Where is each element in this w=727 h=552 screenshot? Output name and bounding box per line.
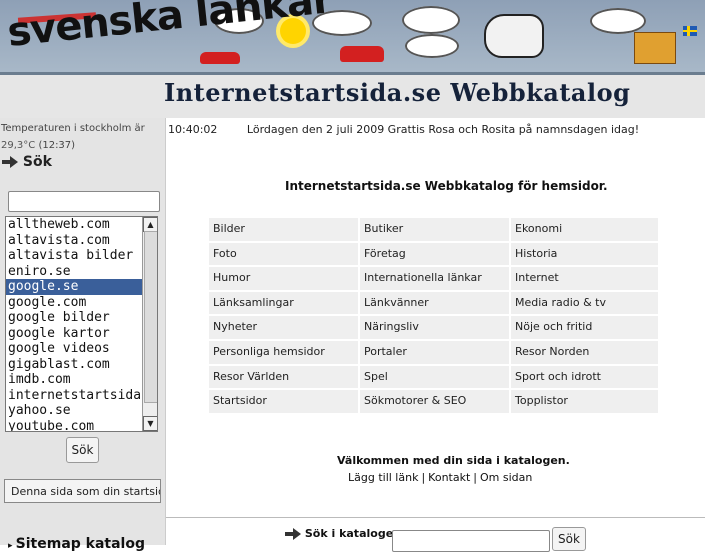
search-engine-option[interactable]: youtube.com <box>6 419 157 432</box>
date-namnsdag: Lördagen den 2 juli 2009 Grattis Rosa oc… <box>246 123 640 136</box>
swedish-flag-icon <box>683 26 697 36</box>
separator: | <box>473 471 477 484</box>
set-start-page-button[interactable]: Denna sida som din startsida <box>4 479 161 503</box>
sitemap-label: Sitemap katalog <box>15 536 145 552</box>
listbox-scrollbar[interactable]: ▲ ▼ <box>142 217 157 431</box>
car-icon <box>340 46 384 62</box>
category-link[interactable]: Nyheter <box>209 316 360 341</box>
category-link[interactable]: Topplistor <box>511 390 660 415</box>
search-button[interactable]: Sök <box>66 437 99 463</box>
divider <box>166 517 705 518</box>
contact-link[interactable]: Kontakt <box>428 471 470 484</box>
search-engine-option[interactable]: gigablast.com <box>6 357 157 373</box>
search-engine-option[interactable]: eniro.se <box>6 264 157 280</box>
category-link[interactable]: Nöje och fritid <box>511 316 660 341</box>
category-link[interactable]: Portaler <box>360 340 511 366</box>
catalog-search-input[interactable] <box>392 530 550 552</box>
category-link[interactable]: Resor Norden <box>511 340 660 366</box>
category-link[interactable]: Näringsliv <box>360 316 511 341</box>
site-title: Internetstartsida.se Webbkatalog <box>164 78 631 107</box>
search-engine-option[interactable]: google.com <box>6 295 157 311</box>
page-margin <box>705 0 727 545</box>
search-engine-option[interactable]: imdb.com <box>6 372 157 388</box>
search-engine-option[interactable]: yahoo.se <box>6 403 157 419</box>
category-link[interactable]: Foto <box>209 242 360 268</box>
category-link[interactable]: Länksamlingar <box>209 291 360 317</box>
footer-links: Lägg till länk | Kontakt | Om sidan <box>348 471 532 484</box>
search-engine-option[interactable]: google kartor <box>6 326 157 342</box>
category-link[interactable]: Sökmotorer & SEO <box>360 390 511 415</box>
scroll-up-arrow-icon[interactable]: ▲ <box>143 217 157 232</box>
category-link[interactable]: Internationella länkar <box>360 267 511 292</box>
temperature-info: Temperaturen i stockholm är 29,3°C (12:3… <box>1 120 161 154</box>
temperature-time: (12:37) <box>38 140 76 151</box>
search-engine-option[interactable]: alltheweb.com <box>6 217 157 233</box>
category-link[interactable]: Företag <box>360 242 511 268</box>
category-link[interactable]: Ekonomi <box>511 218 660 243</box>
date-time-bar: 10:40:02 Lördagen den 2 juli 2009 Gratti… <box>168 123 639 136</box>
cloud-icon <box>590 8 646 34</box>
cow-icon <box>484 14 544 58</box>
add-link-link[interactable]: Lägg till länk <box>348 471 418 484</box>
category-link[interactable]: Resor Världen <box>209 365 360 391</box>
category-link[interactable]: Historia <box>511 242 660 268</box>
category-grid: Bilder Butiker Ekonomi Foto Företag Historia H… <box>209 218 660 415</box>
search-input[interactable] <box>8 191 160 212</box>
category-link[interactable]: Sport och idrott <box>511 365 660 391</box>
temperature-value: 29,3°C <box>1 140 36 151</box>
search-heading-label: Sök <box>22 154 52 170</box>
cloud-icon <box>405 34 459 58</box>
search-engine-option[interactable]: google videos <box>6 341 157 357</box>
temperature-label: Temperaturen i stockholm är <box>1 123 145 134</box>
category-link[interactable]: Startsidor <box>209 390 360 415</box>
clock-time: 10:40:02 <box>168 123 218 136</box>
category-link[interactable]: Media radio & tv <box>511 291 660 317</box>
catalog-search-label-wrap: Sök i katalogen: <box>285 527 405 540</box>
category-link[interactable]: Bilder <box>209 218 360 243</box>
house-icon <box>634 32 676 64</box>
bullet-icon: ▸ <box>8 541 16 551</box>
search-engine-list[interactable]: alltheweb.com altavista.com altavista bild… <box>5 216 158 432</box>
arrow-right-icon <box>2 156 18 168</box>
header-banner: svenska länkar Internetstartsida.se Webb… <box>0 0 706 118</box>
category-link[interactable]: Butiker <box>360 218 511 243</box>
search-engine-option[interactable]: google.se <box>6 279 157 295</box>
search-engine-option[interactable]: altavista bilder <box>6 248 157 264</box>
search-engine-option[interactable]: google bilder <box>6 310 157 326</box>
welcome-text: Välkommen med din sida i katalogen. <box>337 454 570 467</box>
category-link[interactable]: Länkvänner <box>360 291 511 317</box>
catalog-search-label: Sök i katalogen: <box>304 527 406 540</box>
catalog-heading: Internetstartsida.se Webbkatalog för hem… <box>285 179 608 193</box>
search-engine-items: alltheweb.com altavista.com altavista bild… <box>6 217 157 432</box>
category-link[interactable]: Internet <box>511 267 660 292</box>
scroll-down-arrow-icon[interactable]: ▼ <box>143 416 157 431</box>
category-link[interactable]: Humor <box>209 267 360 292</box>
separator: | <box>421 471 426 484</box>
search-engine-option[interactable]: altavista.com <box>6 233 157 249</box>
left-sidebar: Temperaturen i stockholm är 29,3°C (12:3… <box>0 118 166 552</box>
search-heading: Sök <box>2 154 52 170</box>
about-link[interactable]: Om sidan <box>480 471 532 484</box>
search-engine-option[interactable]: internetstartsida.se <box>6 388 157 404</box>
scrollbar-thumb[interactable] <box>144 231 157 403</box>
catalog-search-button[interactable]: Sök <box>552 527 586 551</box>
car-icon <box>200 52 240 64</box>
cloud-icon <box>402 6 460 34</box>
category-link[interactable]: Personliga hemsidor <box>209 340 360 366</box>
arrow-right-icon <box>285 528 301 540</box>
sitemap-link[interactable]: ▸ Sitemap katalog <box>8 536 145 552</box>
category-link[interactable]: Spel <box>360 365 511 391</box>
